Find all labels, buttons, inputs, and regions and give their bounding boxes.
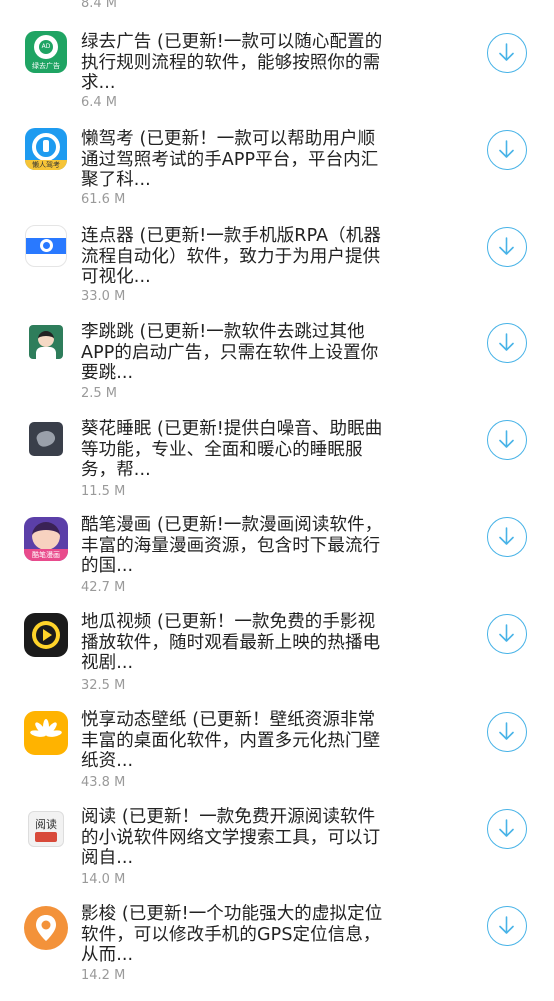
- steering-wheel-icon: 懒人驾考: [25, 128, 67, 170]
- app-title[interactable]: 连点器 (已更新!一款手机版RPA（机器流程自动化）软件，致力于为用户提供可视化…: [81, 226, 391, 288]
- download-arrow-icon: [499, 722, 514, 740]
- download-button[interactable]: [487, 33, 527, 73]
- app-row[interactable]: AD 绿去广告 绿去广告 (已更新!一款可以随心配置的执行规则流程的软件，能够按…: [0, 28, 554, 125]
- app-title[interactable]: 绿去广告 (已更新!一款可以随心配置的执行规则流程的软件，能够按照你的需求...: [81, 32, 391, 94]
- app-size: 2.5 M: [81, 386, 118, 401]
- app-size: 14.2 M: [81, 968, 126, 983]
- app-row[interactable]: 李跳跳 (已更新!一款软件去跳过其他APP的启动广告，只需在软件上设置你要跳..…: [0, 320, 554, 417]
- app-title[interactable]: 悦享动态壁纸 (已更新！壁纸资源非常丰富的桌面化软件，内置多元化热门壁纸资...: [81, 710, 391, 772]
- app-title[interactable]: 阅读 (已更新！一款免费开源阅读软件的小说软件网络文学搜索工具，可以订阅自...: [81, 807, 391, 869]
- app-row[interactable]: 影梭 (已更新!一个功能强大的虚拟定位软件，可以修改手机的GPS定位信息，从而.…: [0, 904, 554, 1001]
- app-size: 32.5 M: [81, 678, 126, 693]
- app-size: 14.0 M: [81, 872, 126, 887]
- download-arrow-icon: [499, 333, 514, 351]
- app-title[interactable]: 懒驾考 (已更新！一款可以帮助用户顺通过驾照考试的手APP平台，平台内汇聚了科.…: [81, 129, 391, 191]
- download-button[interactable]: [487, 130, 527, 170]
- sleep-stone-icon: [29, 422, 63, 456]
- download-button[interactable]: [487, 809, 527, 849]
- app-row[interactable]: 地瓜视频 (已更新！一款免费的手影视播放软件，随时观看最新上映的热播电视剧...…: [0, 612, 554, 709]
- download-button[interactable]: [487, 420, 527, 460]
- play-button-icon: [24, 613, 68, 657]
- app-row[interactable]: 悦享动态壁纸 (已更新！壁纸资源非常丰富的桌面化软件，内置多元化热门壁纸资...…: [0, 710, 554, 807]
- app-title[interactable]: 李跳跳 (已更新!一款软件去跳过其他APP的启动广告，只需在软件上设置你要跳..…: [81, 322, 391, 384]
- download-button[interactable]: [487, 517, 527, 557]
- app-size: 11.5 M: [81, 484, 126, 499]
- green-ad-blocker-icon: AD 绿去广告: [25, 31, 67, 73]
- app-title[interactable]: 葵花睡眠 (已更新!提供白噪音、助眠曲等功能，专业、全面和暖心的睡眠服务，帮..…: [81, 419, 391, 481]
- app-size: 61.6 M: [81, 192, 126, 207]
- app-row[interactable]: 葵花睡眠 (已更新!提供白噪音、助眠曲等功能，专业、全面和暖心的睡眠服务，帮..…: [0, 417, 554, 514]
- download-arrow-icon: [499, 527, 514, 545]
- app-title[interactable]: 地瓜视频 (已更新！一款免费的手影视播放软件，随时观看最新上映的热播电视剧...: [81, 612, 391, 674]
- download-arrow-icon: [499, 43, 514, 61]
- app-row[interactable]: 连点器 (已更新!一款手机版RPA（机器流程自动化）软件，致力于为用户提供可视化…: [0, 222, 554, 319]
- download-arrow-icon: [499, 430, 514, 448]
- auto-clicker-icon: [25, 225, 67, 267]
- download-button[interactable]: [487, 712, 527, 752]
- download-button[interactable]: [487, 323, 527, 363]
- download-arrow-icon: [499, 624, 514, 642]
- app-size: 43.8 M: [81, 775, 126, 790]
- app-row[interactable]: 酷笔漫画 酷笔漫画 (已更新!一款漫画阅读软件，丰富的海量漫画资源，包含时下最流…: [0, 515, 554, 612]
- app-row[interactable]: 懒人驾考 懒驾考 (已更新！一款可以帮助用户顺通过驾照考试的手APP平台，平台内…: [0, 125, 554, 222]
- book-reader-icon: 阅读: [28, 811, 64, 847]
- location-pin-icon: [24, 906, 68, 950]
- app-size: 33.0 M: [81, 289, 126, 304]
- anime-girl-icon: 酷笔漫画: [24, 517, 68, 561]
- download-arrow-icon: [499, 140, 514, 158]
- flower-icon: [24, 711, 68, 755]
- download-button[interactable]: [487, 614, 527, 654]
- download-arrow-icon: [499, 237, 514, 255]
- download-button[interactable]: [487, 906, 527, 946]
- app-size: 42.7 M: [81, 580, 126, 595]
- download-button[interactable]: [487, 227, 527, 267]
- app-title[interactable]: 酷笔漫画 (已更新!一款漫画阅读软件，丰富的海量漫画资源，包含时下最流行的国..…: [81, 515, 391, 577]
- previous-app-size: 8.4 M: [81, 0, 118, 11]
- app-title[interactable]: 影梭 (已更新!一个功能强大的虚拟定位软件，可以修改手机的GPS定位信息，从而.…: [81, 904, 391, 966]
- download-arrow-icon: [499, 819, 514, 837]
- download-arrow-icon: [499, 916, 514, 934]
- app-size: 6.4 M: [81, 95, 118, 110]
- app-row[interactable]: 阅读 阅读 (已更新！一款免费开源阅读软件的小说软件网络文学搜索工具，可以订阅自…: [0, 807, 554, 904]
- girl-avatar-icon: [29, 325, 63, 359]
